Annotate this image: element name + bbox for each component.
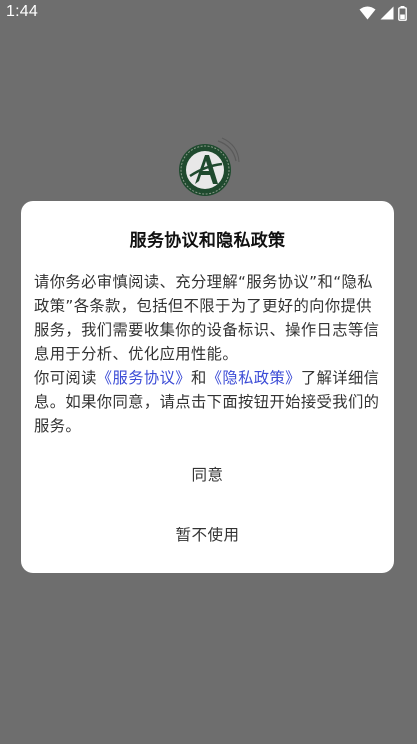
agree-button[interactable]: 同意 <box>21 463 394 485</box>
status-icons <box>359 5 407 21</box>
privacy-dialog: 服务协议和隐私政策 请你务必审慎阅读、充分理解“服务协议”和“隐私政策”各条款，… <box>21 201 394 573</box>
dialog-body: 请你务必审慎阅读、充分理解“服务协议”和“隐私政策”各条款，包括但不限于为了更好… <box>34 270 384 438</box>
decline-button[interactable]: 暂不使用 <box>21 523 394 545</box>
service-agreement-link[interactable]: 《服务协议》 <box>97 369 191 387</box>
wifi-icon <box>359 6 376 20</box>
status-time: 1:44 <box>6 3 38 20</box>
battery-icon <box>398 5 407 21</box>
dialog-paragraph-2: 你可阅读《服务协议》和《隐私政策》了解详细信息。如果你同意，请点击下面按钮开始接… <box>34 366 384 438</box>
status-bar: 1:44 <box>0 0 417 26</box>
paragraph-2-prefix: 你可阅读 <box>34 369 97 387</box>
dialog-paragraph-1: 请你务必审慎阅读、充分理解“服务协议”和“隐私政策”各条款，包括但不限于为了更好… <box>34 273 380 363</box>
dialog-title: 服务协议和隐私政策 <box>129 231 286 251</box>
cellular-signal-icon <box>380 6 394 20</box>
paragraph-2-and: 和 <box>190 369 207 387</box>
app-logo-icon <box>179 137 240 196</box>
privacy-policy-link[interactable]: 《隐私政策》 <box>207 369 301 387</box>
